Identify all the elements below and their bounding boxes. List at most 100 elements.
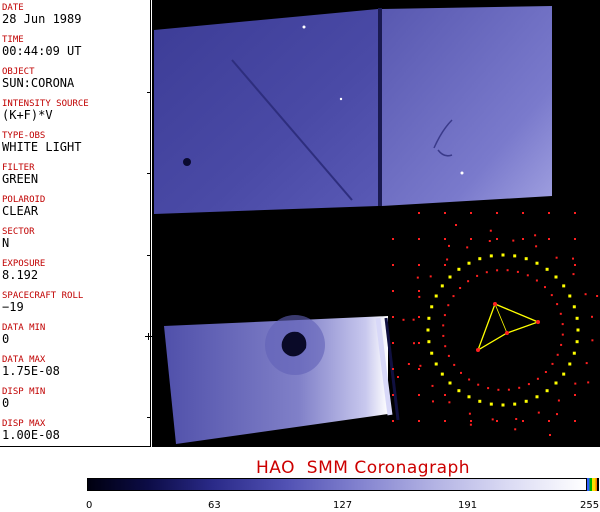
grid-dot bbox=[549, 434, 551, 436]
grid-dot bbox=[432, 400, 434, 403]
grid-dot bbox=[548, 420, 550, 422]
grid-dot bbox=[496, 212, 498, 214]
field-label: SPACECRAFT ROLL bbox=[2, 291, 84, 301]
ring-dot bbox=[576, 328, 580, 332]
grid-dot bbox=[392, 394, 394, 396]
grid-dot bbox=[418, 264, 420, 266]
axis-tick bbox=[147, 92, 151, 93]
field-label: SECTOR bbox=[2, 227, 35, 237]
grid-dot bbox=[548, 238, 550, 240]
ring-dot bbox=[501, 403, 505, 407]
grid-dot bbox=[587, 381, 590, 384]
grid-dot bbox=[536, 377, 539, 380]
image-seam bbox=[378, 8, 382, 206]
grid-dot bbox=[446, 258, 449, 261]
field-data-min: DATA MIN 0 bbox=[2, 323, 150, 346]
ring-dot bbox=[448, 381, 452, 385]
ring-dot bbox=[478, 257, 482, 261]
instrument-title: HAO SMM Coronagraph bbox=[256, 458, 471, 478]
grid-dot bbox=[429, 275, 432, 278]
grid-dot bbox=[418, 394, 420, 396]
ring-dot bbox=[513, 402, 517, 406]
occulter-ring-dots bbox=[426, 253, 580, 407]
image-quadrant-top-right bbox=[382, 6, 552, 206]
grid-dot bbox=[468, 378, 471, 381]
grid-dot bbox=[392, 238, 394, 240]
field-value: 0 bbox=[2, 332, 10, 346]
ring-dot bbox=[545, 267, 549, 271]
ring-dot bbox=[427, 316, 431, 320]
field-value: 8.192 bbox=[2, 268, 39, 282]
bright-star bbox=[460, 171, 464, 175]
ring-dot bbox=[430, 351, 434, 355]
field-value: N bbox=[2, 236, 10, 250]
grid-dot bbox=[413, 342, 415, 345]
grid-dot bbox=[392, 368, 394, 370]
ring-dot bbox=[535, 261, 539, 265]
coronagraph-image[interactable] bbox=[152, 0, 600, 447]
grid-dot bbox=[485, 271, 488, 274]
grid-dot bbox=[418, 295, 421, 298]
ring-dot bbox=[467, 261, 471, 265]
field-value: 1.75E-08 bbox=[2, 364, 60, 378]
grid-dot bbox=[416, 276, 419, 279]
ring-dot bbox=[554, 381, 558, 385]
field-value: GREEN bbox=[2, 172, 39, 186]
grid-dot bbox=[507, 388, 510, 391]
field-value: 1.00E-08 bbox=[2, 428, 60, 442]
ring-dot bbox=[427, 340, 431, 344]
ring-dot bbox=[572, 305, 576, 309]
grid-dot bbox=[397, 376, 399, 378]
ring-dot bbox=[524, 257, 528, 261]
grid-dot bbox=[522, 212, 524, 214]
grid-dot bbox=[559, 312, 562, 315]
field-value: SUN:CORONA bbox=[2, 76, 75, 90]
grid-dot bbox=[591, 315, 593, 318]
grid-dot bbox=[418, 238, 420, 240]
ring-dot bbox=[467, 395, 471, 399]
ring-dot bbox=[568, 362, 572, 366]
grid-dot bbox=[444, 238, 446, 240]
grid-dot bbox=[518, 386, 521, 389]
field-date: DATE 28 Jun 1989 bbox=[2, 3, 150, 26]
colorbar-tick-label: 127 bbox=[333, 500, 353, 511]
grid-dot bbox=[574, 420, 576, 422]
grid-dot bbox=[467, 280, 470, 283]
grid-dot bbox=[516, 270, 519, 273]
ring-dot bbox=[434, 294, 438, 298]
field-exposure: EXPOSURE 8.192 bbox=[2, 259, 150, 282]
grid-dot bbox=[466, 246, 469, 249]
ring-dot bbox=[457, 267, 461, 271]
grid-dot bbox=[556, 303, 559, 306]
grid-dot bbox=[468, 412, 471, 415]
grid-dot bbox=[448, 401, 451, 404]
ring-dot bbox=[575, 340, 579, 344]
field-label: DATA MIN bbox=[2, 323, 46, 333]
grid-dot bbox=[557, 399, 560, 402]
grid-dot bbox=[512, 239, 515, 242]
red-marker bbox=[476, 348, 480, 352]
grid-dot bbox=[496, 420, 498, 422]
grid-dot bbox=[418, 290, 420, 292]
grid-dot bbox=[444, 394, 446, 396]
ring-dot bbox=[545, 389, 549, 393]
red-marker bbox=[493, 302, 497, 306]
grid-dot bbox=[496, 238, 498, 240]
ring-dot bbox=[562, 372, 566, 376]
grid-dot bbox=[544, 286, 546, 289]
grid-dot bbox=[452, 295, 455, 298]
grid-dot bbox=[470, 238, 472, 240]
grid-dot bbox=[551, 362, 554, 365]
grid-dot bbox=[574, 382, 577, 385]
grid-dot bbox=[448, 244, 450, 247]
field-value: WHITE LIGHT bbox=[2, 140, 82, 154]
grid-dot bbox=[561, 323, 564, 326]
grid-dot bbox=[477, 383, 480, 386]
grid-dot bbox=[431, 384, 434, 387]
field-data-max: DATA MAX 1.75E-08 bbox=[2, 355, 150, 378]
ring-dot bbox=[434, 362, 438, 366]
grid-dot bbox=[556, 353, 559, 356]
ring-dot bbox=[562, 284, 566, 288]
colorbar-tick-label: 191 bbox=[458, 500, 478, 511]
grid-dot bbox=[522, 420, 524, 422]
